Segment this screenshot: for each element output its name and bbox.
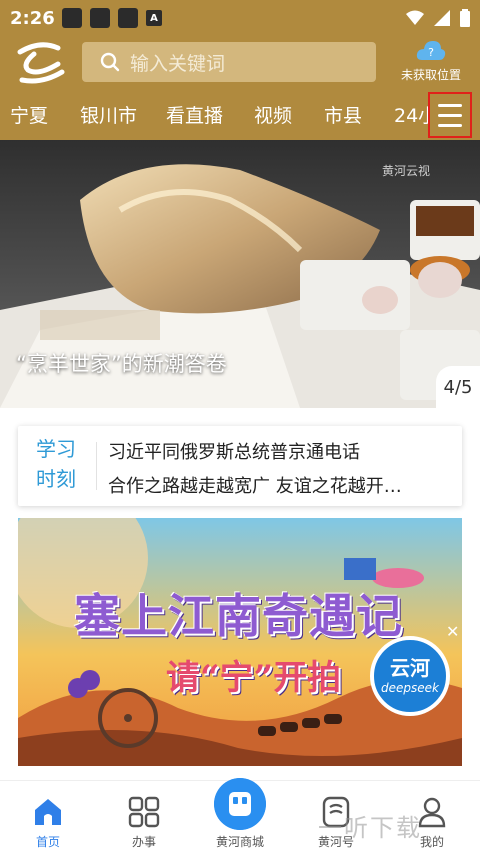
app-header: 输入关键词 ? 未获取位置 xyxy=(0,36,480,90)
channel-menu-button[interactable] xyxy=(428,92,472,138)
location-label: 未获取位置 xyxy=(400,68,461,82)
deepseek-badge[interactable]: 云河 deepseek xyxy=(370,636,450,716)
banner-watermark: 黄河云视 xyxy=(382,164,431,178)
study-headline[interactable]: 习近平同俄罗斯总统普京通电话 xyxy=(108,438,448,464)
search-input[interactable]: 输入关键词 xyxy=(82,42,376,82)
notification-icons: A xyxy=(62,8,162,28)
tab-live[interactable]: 看直播 xyxy=(166,101,223,128)
site-watermark: 一听下载 xyxy=(318,814,422,842)
nav-label: 黄河商城 xyxy=(215,835,264,849)
close-icon[interactable]: ✕ xyxy=(446,622,459,641)
study-label-line2: 时刻 xyxy=(36,467,76,491)
wifi-icon xyxy=(406,10,424,25)
cloud-location-icon: ? xyxy=(416,41,446,60)
menu-icon xyxy=(438,123,462,127)
mall-icon[interactable] xyxy=(214,778,266,830)
badge-title: 云河 xyxy=(390,656,430,680)
promo-title: 塞上江南奇遇记 xyxy=(74,589,403,643)
promo-banner[interactable]: 塞上江南奇遇记 请“宁”开拍 云河 deepseek ✕ xyxy=(18,518,462,766)
channel-tabs: 宁夏 银川市 看直播 视频 市县 24小 xyxy=(0,90,480,140)
study-label: 学习 时刻 xyxy=(36,434,84,494)
tab-video[interactable]: 视频 xyxy=(254,101,292,128)
menu-icon xyxy=(438,113,462,117)
study-label-line1: 学习 xyxy=(36,437,76,461)
tab-yinchuan[interactable]: 银川市 xyxy=(80,101,137,128)
nav-label: 首页 xyxy=(35,835,60,849)
status-time: 2:26 xyxy=(10,7,55,29)
grid-icon xyxy=(128,796,160,828)
search-icon xyxy=(100,52,120,72)
search-placeholder: 输入关键词 xyxy=(130,52,226,75)
study-headline[interactable]: 合作之路越走越宽广 友谊之花越开… xyxy=(108,472,448,498)
notification-icon xyxy=(90,8,110,28)
app-screen: 2:26 A 输入关键词 ? 未获取位置 宁夏 银川市 看直播 视频 市县 24… xyxy=(0,0,480,854)
study-time-card[interactable]: 学习 时刻 习近平同俄罗斯总统普京通电话 合作之路越走越宽广 友谊之花越开… xyxy=(18,426,462,506)
location-icon-glyph: ? xyxy=(428,46,434,59)
notification-icon xyxy=(118,8,138,28)
menu-icon xyxy=(438,103,462,107)
location-button[interactable]: ? 未获取位置 xyxy=(394,38,468,88)
app-logo[interactable] xyxy=(14,40,66,84)
nav-services[interactable]: 办事 xyxy=(96,781,192,854)
notification-icon xyxy=(62,8,82,28)
battery-icon xyxy=(460,9,470,27)
badge-subtitle: deepseek xyxy=(381,681,439,695)
system-indicators xyxy=(406,9,470,27)
home-icon xyxy=(35,799,61,825)
tab-ningxia[interactable]: 宁夏 xyxy=(10,101,48,128)
carousel-banner[interactable]: 黄河云视 “烹羊世家”的新潮答卷 xyxy=(0,140,480,408)
status-bar: 2:26 A xyxy=(0,0,480,36)
signal-icon xyxy=(434,10,450,26)
divider xyxy=(96,442,97,490)
nav-label: 办事 xyxy=(131,835,156,849)
notification-badge-icon: A xyxy=(146,10,162,26)
promo-subtitle: 请“宁”开拍 xyxy=(166,658,342,698)
tab-counties[interactable]: 市县 xyxy=(324,101,362,128)
banner-caption: “烹羊世家”的新潮答卷 xyxy=(16,352,227,376)
carousel-counter: 4/5 xyxy=(436,366,480,408)
nav-home[interactable]: 首页 xyxy=(0,781,96,854)
